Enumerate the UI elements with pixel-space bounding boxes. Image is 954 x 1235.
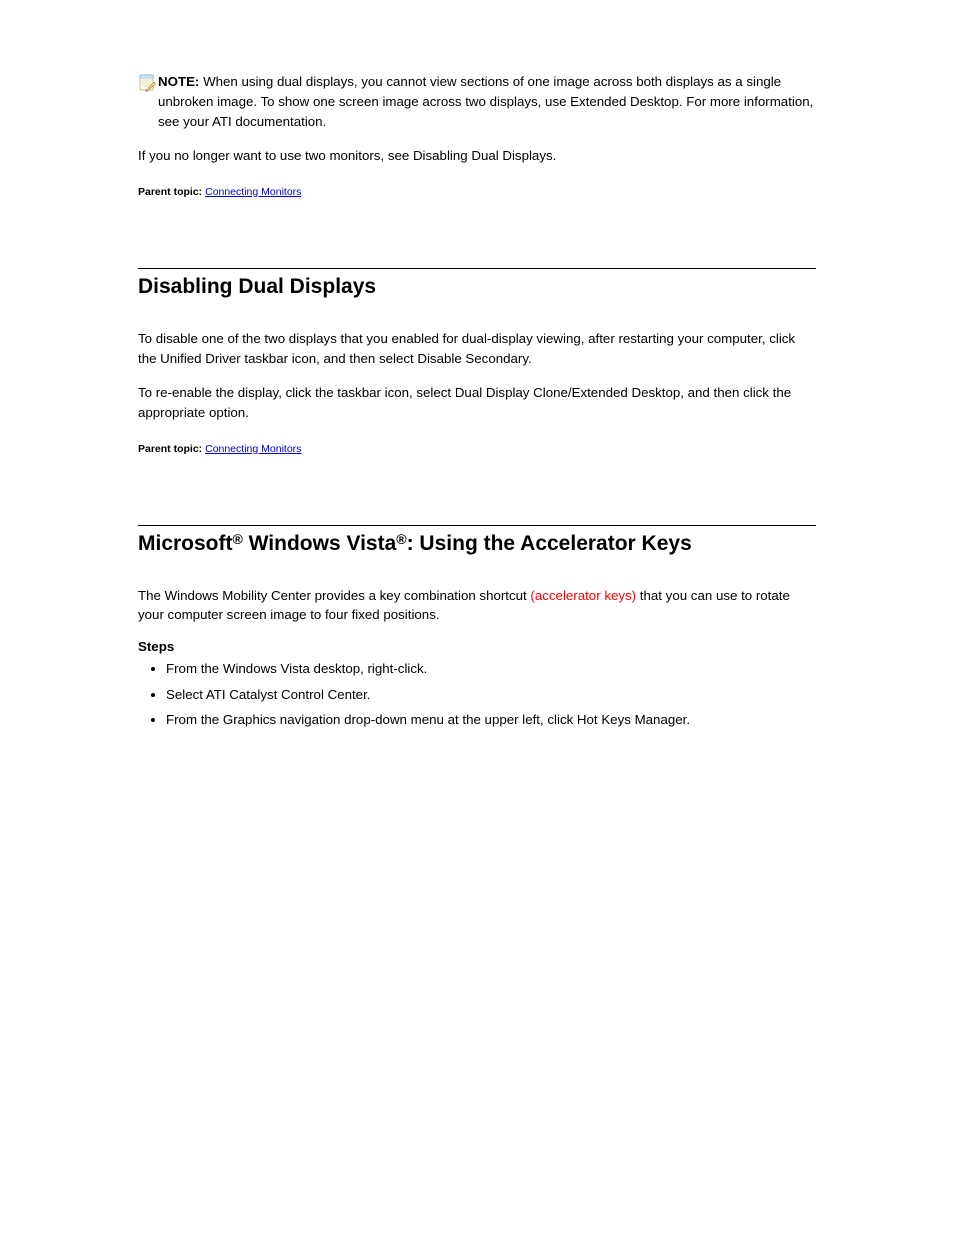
section2-p2: To re-enable the display, click the task… bbox=[138, 383, 816, 423]
steps-label: Steps bbox=[138, 639, 174, 654]
steps-list: From the Windows Vista desktop, right-cl… bbox=[138, 656, 816, 732]
list-item: Select ATI Catalyst Control Center. bbox=[166, 682, 816, 707]
parent-label-1: Parent topic: bbox=[138, 186, 202, 198]
note-label: NOTE: bbox=[158, 74, 199, 89]
parent-label-2: Parent topic: bbox=[138, 443, 202, 455]
divider-2 bbox=[138, 525, 816, 526]
parent-link-2[interactable]: Connecting Monitors bbox=[205, 443, 301, 455]
divider-1 bbox=[138, 268, 816, 269]
section2-title: Disabling Dual Displays bbox=[138, 275, 816, 299]
parent-topic-1: Parent topic: Connecting Monitors bbox=[138, 186, 816, 198]
note-text: When using dual displays, you cannot vie… bbox=[158, 74, 813, 129]
list-item: From the Graphics navigation drop-down m… bbox=[166, 707, 816, 732]
note-block: NOTE: When using dual displays, you cann… bbox=[158, 72, 816, 132]
list-item: From the Windows Vista desktop, right-cl… bbox=[166, 656, 816, 681]
section3-title: Microsoft® Windows Vista®: Using the Acc… bbox=[138, 532, 816, 556]
section3-intro: The Windows Mobility Center provides a k… bbox=[138, 586, 816, 626]
note-icon bbox=[138, 74, 160, 97]
parent-topic-2: Parent topic: Connecting Monitors bbox=[138, 443, 816, 455]
section1-closing: If you no longer want to use two monitor… bbox=[138, 146, 816, 166]
section2-p1: To disable one of the two displays that … bbox=[138, 329, 816, 369]
parent-link-1[interactable]: Connecting Monitors bbox=[205, 186, 301, 198]
